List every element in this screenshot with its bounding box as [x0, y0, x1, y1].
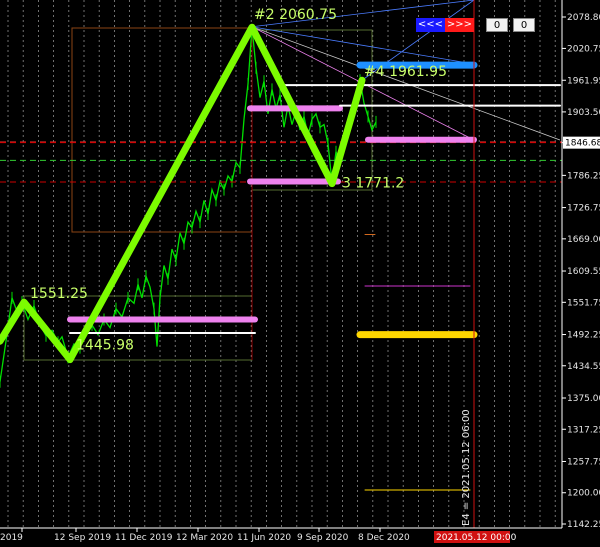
x-tick-label: 2019 [0, 533, 23, 543]
y-tick-label: 1961.95 [567, 76, 600, 86]
y-tick-label: 1551.75 [567, 298, 600, 308]
zigzag-label: 1551.25 [30, 286, 88, 302]
chart-background [0, 0, 600, 547]
x-tick-label: 12 Sep 2019 [54, 533, 111, 543]
price-chart[interactable]: 1551.25 1445.98 #2 2060.75 3 1771.2 #4 1961.… [0, 0, 600, 547]
counter-box-2[interactable]: 0 [513, 18, 535, 32]
x-tick-label: 11 Jun 2020 [237, 533, 291, 543]
y-tick-label: 1669.00 [567, 235, 600, 245]
y-tick-label: 1142.25 [567, 520, 600, 530]
y-tick-label: 1903.50 [567, 108, 600, 118]
y-tick-label: 1726.75 [567, 204, 600, 214]
current-price-label: 1846.68 [565, 139, 600, 149]
time-marker-label: 2021.05.12 00:00 [436, 533, 517, 543]
y-tick-label: 1200.00 [567, 489, 600, 499]
y-tick-label: 1375.00 [567, 394, 600, 404]
x-tick-label: 12 Mar 2020 [176, 533, 233, 543]
zigzag-label: 1445.98 [76, 338, 134, 354]
zigzag-label: #2 2060.75 [254, 7, 337, 23]
counter-box-1[interactable]: 0 [486, 18, 508, 32]
y-tick-label: 2078.80 [567, 13, 600, 23]
y-tick-label: 1434.55 [567, 362, 600, 372]
y-tick-label: 1609.55 [567, 267, 600, 277]
x-tick-label: 9 Sep 2020 [297, 533, 349, 543]
y-tick-label: 1317.25 [567, 425, 600, 435]
zigzag-label: 3 1771.2 [342, 176, 404, 192]
vertical-time-label: E4 = 2021.05.12 06:00 [461, 409, 472, 526]
x-tick-label: 8 Dec 2020 [358, 533, 410, 543]
x-tick-label: 11 Dec 2019 [115, 533, 173, 543]
y-tick-label: 1492.25 [567, 331, 600, 341]
next-button[interactable]: >>> [445, 18, 474, 32]
y-tick-label: 2020.75 [567, 44, 600, 54]
y-tick-label: 1257.75 [567, 457, 600, 467]
prev-button[interactable]: <<< [416, 18, 445, 32]
y-tick-label: 1786.25 [567, 171, 600, 181]
zigzag-label: #4 1961.95 [364, 64, 447, 80]
